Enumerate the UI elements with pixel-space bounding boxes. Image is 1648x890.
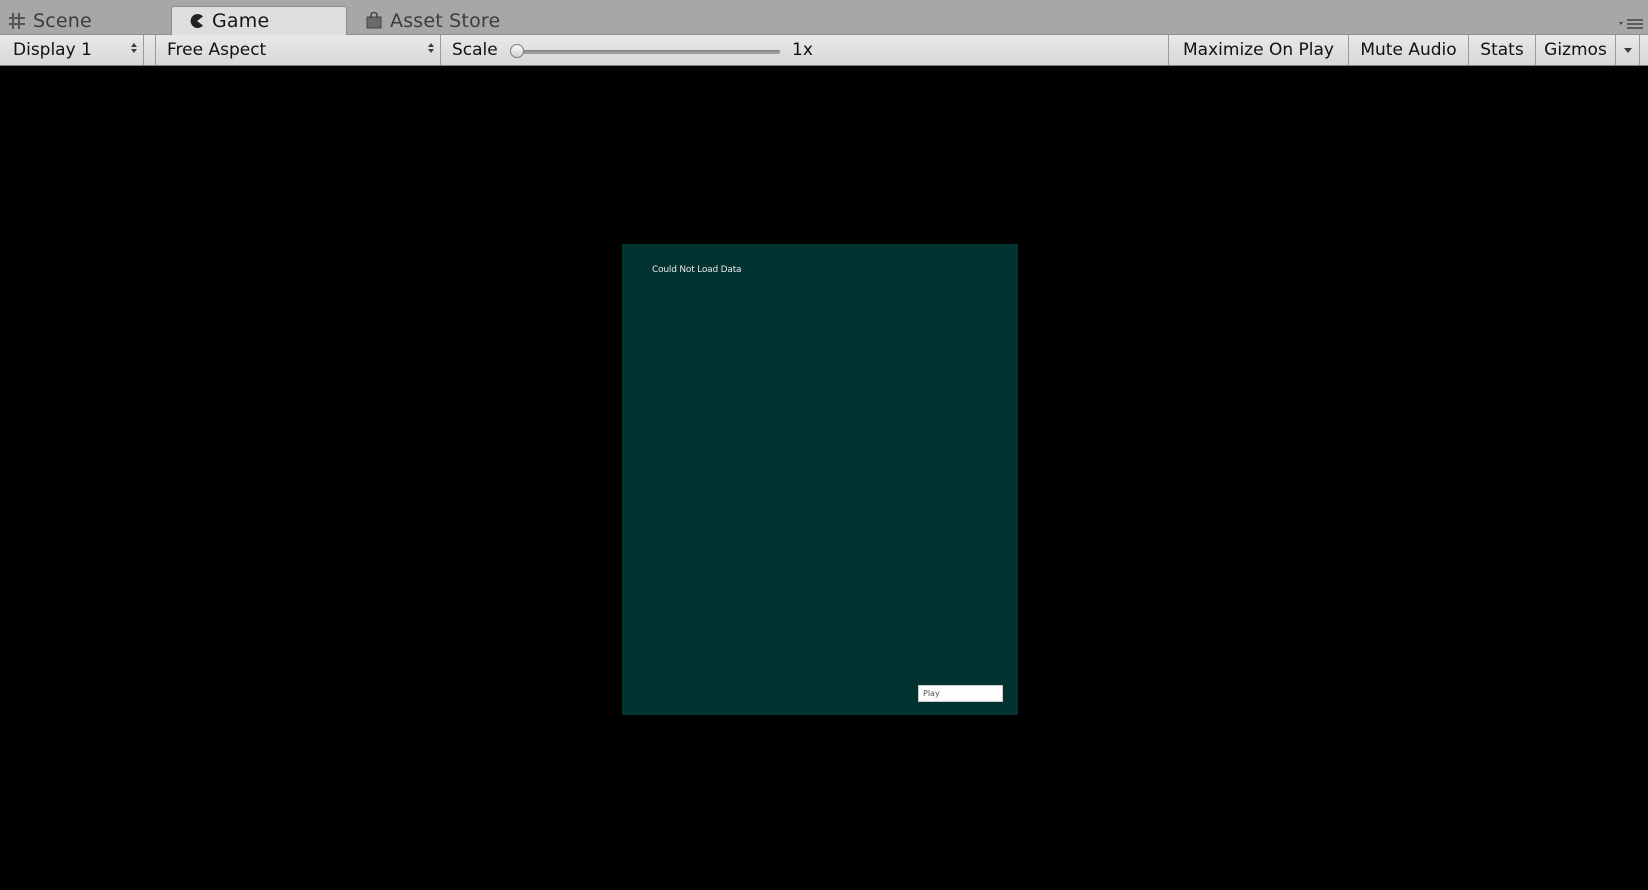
tab-asset-store[interactable]: Asset Store (365, 6, 535, 35)
scale-slider-track[interactable] (520, 50, 780, 54)
gizmos-dropdown-button[interactable] (1615, 35, 1640, 65)
grid-icon (8, 12, 26, 30)
chevron-down-icon (1623, 47, 1632, 53)
shopping-bag-icon (365, 12, 383, 29)
display-dropdown[interactable]: Display 1 (4, 35, 144, 65)
mute-audio-toggle[interactable]: Mute Audio (1348, 35, 1468, 65)
mute-audio-label: Mute Audio (1360, 40, 1457, 60)
tab-asset-store-label: Asset Store (390, 9, 501, 32)
gizmos-label: Gizmos (1544, 40, 1607, 60)
tab-game-label: Game (212, 10, 270, 32)
scale-value: 1x (792, 40, 813, 60)
scale-slider-thumb[interactable] (510, 44, 524, 58)
canvas-status-text: Could Not Load Data (652, 265, 742, 275)
pacman-icon (189, 13, 205, 29)
scale-label: Scale (452, 40, 498, 60)
tab-scene[interactable]: Scene (8, 6, 158, 35)
game-viewport[interactable]: Could Not Load Data Play (0, 66, 1648, 890)
maximize-on-play-toggle[interactable]: Maximize On Play (1168, 35, 1348, 65)
game-canvas: Could Not Load Data Play (622, 244, 1018, 715)
stats-label: Stats (1480, 40, 1524, 60)
stats-toggle[interactable]: Stats (1468, 35, 1535, 65)
canvas-input-field[interactable]: Play (918, 685, 1003, 702)
panel-menu-icon[interactable] (1618, 16, 1644, 32)
updown-arrows-icon (131, 43, 137, 53)
unity-editor-game-window: Scene Game Asset Store Display 1 Free As… (0, 0, 1648, 890)
display-dropdown-label: Display 1 (13, 40, 92, 60)
updown-arrows-icon (428, 43, 434, 53)
tab-scene-label: Scene (33, 9, 92, 32)
tab-strip: Scene Game Asset Store (0, 0, 1648, 35)
tab-game[interactable]: Game (171, 6, 347, 35)
game-toolbar: Display 1 Free Aspect Scale 1x Maximize … (0, 35, 1648, 66)
aspect-dropdown[interactable]: Free Aspect (155, 35, 441, 65)
maximize-on-play-label: Maximize On Play (1183, 40, 1334, 60)
aspect-dropdown-label: Free Aspect (167, 40, 267, 60)
gizmos-toggle[interactable]: Gizmos (1535, 35, 1615, 65)
